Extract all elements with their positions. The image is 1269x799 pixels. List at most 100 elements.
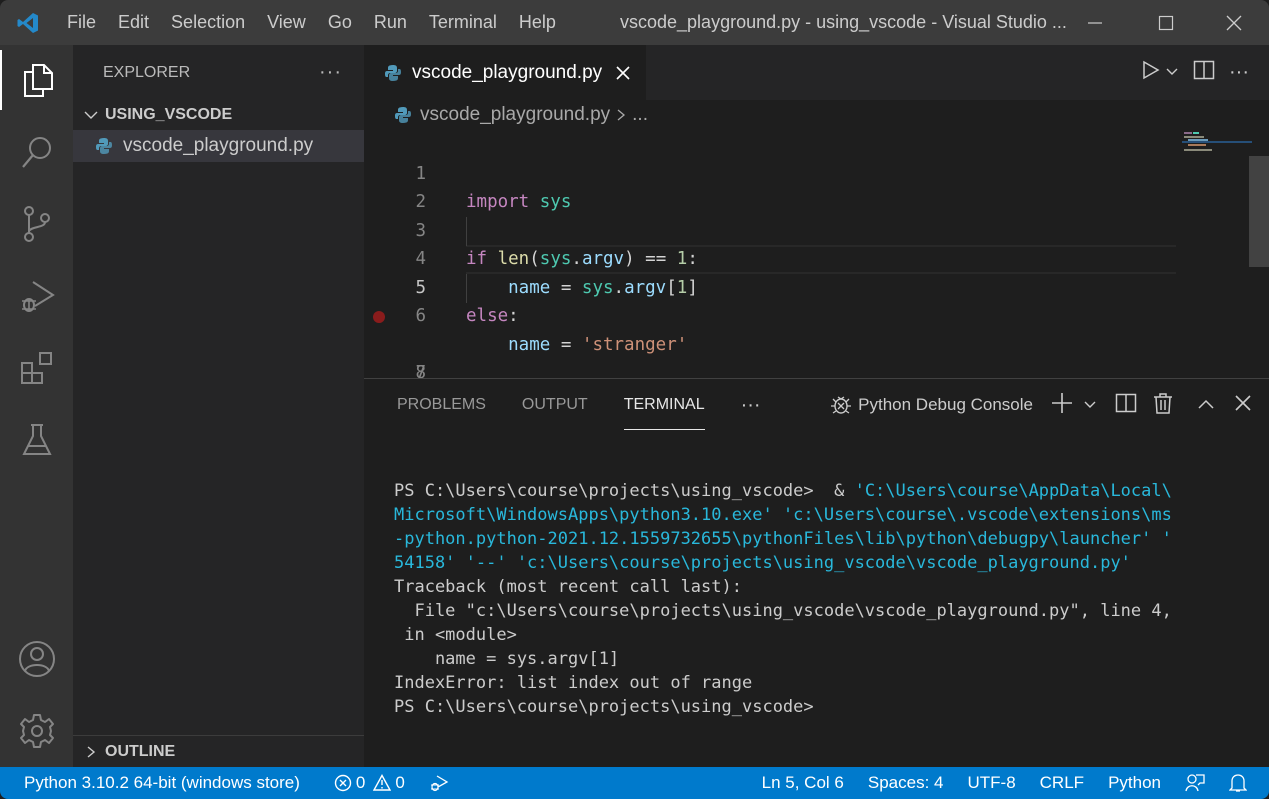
run-python-file-button[interactable] [1141,60,1161,85]
menu-file[interactable]: File [56,0,107,45]
terminal-line: IndexError: list index out of range [394,673,753,693]
activity-extensions[interactable] [0,338,73,398]
python-file-icon [395,107,411,123]
breadcrumb-symbols[interactable]: ... [632,104,648,126]
more-actions-icon[interactable]: ··· [319,61,342,84]
flask-icon [21,424,52,455]
extensions-icon [20,352,52,384]
menu-terminal[interactable]: Terminal [418,0,508,45]
menu-go[interactable]: Go [317,0,363,45]
new-terminal-button[interactable] [1051,392,1073,419]
play-icon [1143,60,1160,80]
language-mode[interactable]: Python [1096,773,1173,793]
breadcrumb: vscode_playground.py ... [364,100,1269,130]
terminal-line: name = sys.argv[1] [394,649,620,669]
debug-status-button[interactable] [417,774,461,792]
editor-scrollbar[interactable] [1249,156,1269,267]
terminal-profile-dropdown[interactable] [1083,395,1097,415]
source-control-icon [23,206,50,242]
terminal-name: Python Debug Console [858,395,1033,414]
panel-more-icon[interactable]: ··· [741,379,761,431]
breadcrumb-file[interactable]: vscode_playground.py [420,104,610,126]
terminal-command: -python.python-2021.12.1559732655\python… [394,529,1172,549]
close-window-button[interactable] [1199,0,1269,45]
split-terminal-button[interactable] [1115,393,1137,418]
close-panel-button[interactable] [1235,394,1251,416]
minimap-preview [1182,132,1252,151]
terminal-prompt: PS C:\Users\course\projects\using_vscode… [394,697,814,717]
warning-icon [373,774,392,791]
chevron-right-icon [617,109,626,121]
manage-button[interactable] [0,701,73,761]
notifications-button[interactable] [1217,773,1259,793]
code-line: 7 [364,302,1174,383]
breakpoint-icon[interactable] [373,311,385,323]
split-editor-button[interactable] [1193,60,1215,85]
maximize-panel-button[interactable] [1197,395,1215,415]
status-bar: Python 3.10.2 64-bit (windows store) 0 0… [0,767,1269,799]
activity-testing[interactable] [0,410,73,470]
vscode-logo-icon [0,0,56,45]
outline-section[interactable]: OUTLINE [73,735,364,767]
menu-view[interactable]: View [256,0,317,45]
feedback-icon [1185,774,1205,792]
window-title: vscode_playground.py - using_vscode - Vi… [620,12,1067,32]
end-of-line[interactable]: CRLF [1028,773,1096,793]
python-file-icon [385,64,401,81]
tab-output[interactable]: OUTPUT [522,379,588,431]
menu-edit[interactable]: Edit [107,0,160,45]
menu-selection[interactable]: Selection [160,0,256,45]
activity-bar [0,45,73,767]
code-editor[interactable]: 1 import sys 2 3 if len(sys.argv) == 1: … [364,131,1176,412]
menu-run[interactable]: Run [363,0,418,45]
close-icon [1235,394,1251,411]
minimap[interactable] [1182,130,1252,170]
outline-label: OUTLINE [105,742,176,760]
chevron-down-icon [1084,401,1096,408]
error-count: 0 [355,773,366,792]
encoding[interactable]: UTF-8 [955,773,1027,793]
close-tab-button[interactable] [616,60,630,86]
chevron-up-icon [1198,399,1214,409]
maximize-button[interactable] [1131,0,1201,45]
problems-indicator[interactable]: 0 0 [322,773,417,793]
error-icon [334,774,352,792]
activity-source-control[interactable] [0,194,73,254]
editor-area: vscode_playground.py ··· vscode_playgrou… [364,45,1269,412]
cursor-position[interactable]: Ln 5, Col 6 [750,773,856,793]
bottom-panel: PROBLEMS OUTPUT TERMINAL ··· Python Debu… [364,378,1269,767]
run-debug-icon [21,281,55,312]
editor-tab[interactable]: vscode_playground.py [364,45,646,100]
activity-run-debug[interactable] [0,266,73,326]
activity-explorer[interactable] [0,50,73,110]
search-icon [21,137,51,168]
gear-icon [19,714,54,748]
terminal-selector[interactable]: Python Debug Console [830,394,1033,416]
debug-console-icon [831,396,852,414]
tab-problems[interactable]: PROBLEMS [397,379,486,431]
code-line: 8 print(f'Hi there, {name}') [364,331,1174,412]
code-line: 3 if len(sys.argv) == 1: [364,188,1174,270]
python-interpreter-selector[interactable]: Python 3.10.2 64-bit (windows store) [0,773,312,793]
activity-search[interactable] [0,122,73,182]
run-options-button[interactable] [1165,64,1179,82]
split-editor-icon [1193,60,1215,80]
chevron-right-icon [87,745,96,758]
terminal-output[interactable]: PS C:\Users\course\projects\using_vscode… [394,479,1172,719]
minimize-icon [1088,21,1102,24]
run-debug-icon [430,775,449,792]
tab-terminal[interactable]: TERMINAL [623,379,705,431]
menu-help[interactable]: Help [508,0,567,45]
folder-using-vscode[interactable]: USING_VSCODE [73,100,364,130]
feedback-button[interactable] [1173,773,1217,793]
accounts-button[interactable] [0,629,73,689]
chevron-down-icon [84,111,98,119]
title-bar: File Edit Selection View Go Run Terminal… [0,0,1269,45]
account-icon [18,641,55,677]
terminal-line: File "c:\Users\course\projects\using_vsc… [394,601,1172,621]
kill-terminal-button[interactable] [1153,392,1173,419]
file-item[interactable]: vscode_playground.py [73,130,364,162]
editor-more-actions-icon[interactable]: ··· [1229,61,1249,84]
indentation[interactable]: Spaces: 4 [856,773,956,793]
minimize-button[interactable] [1060,0,1130,45]
